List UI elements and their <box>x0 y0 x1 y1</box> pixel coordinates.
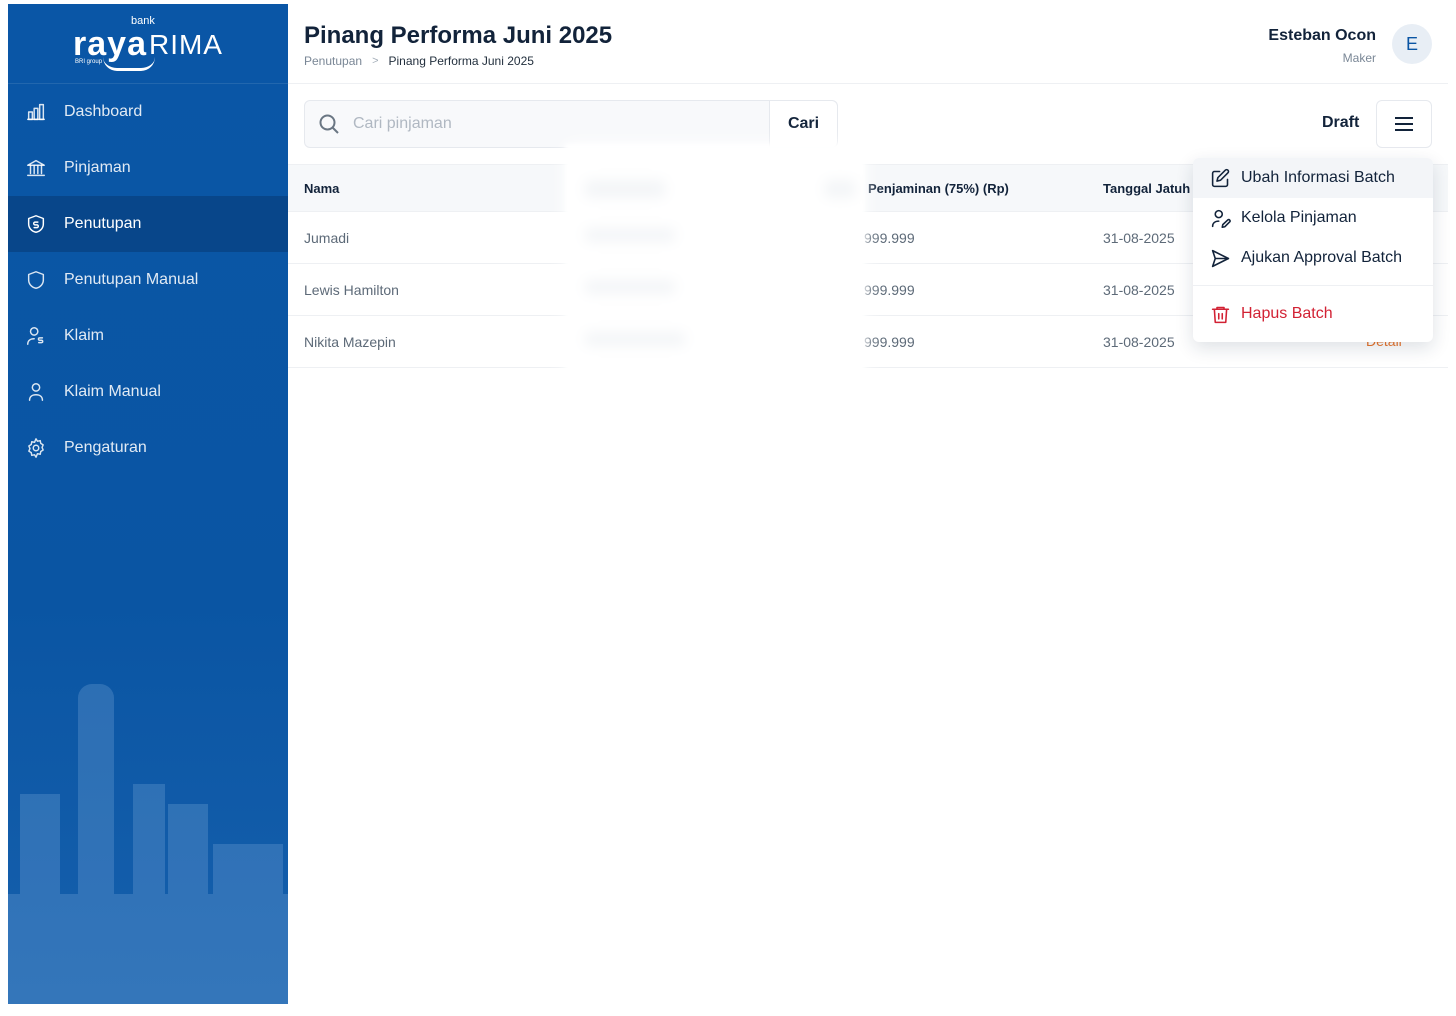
cell-tanggal: 31-08-2025 <box>1103 333 1175 350</box>
bank-icon <box>24 156 48 180</box>
shield-icon <box>24 268 48 292</box>
sidebar-item-label: Pengaturan <box>64 439 147 456</box>
column-header-nama: Nama <box>304 180 340 196</box>
gear-icon <box>24 436 48 460</box>
breadcrumb-link-penutupan[interactable]: Penutupan <box>304 54 362 68</box>
user-name: Esteban Ocon <box>1268 27 1376 44</box>
menu-item-label: Ajukan Approval Batch <box>1241 249 1402 266</box>
cell-tanggal: 31-08-2025 <box>1103 281 1175 298</box>
menu-item-label: Hapus Batch <box>1241 305 1333 322</box>
menu-item-ubah-informasi-batch[interactable]: Ubah Informasi Batch <box>1193 158 1433 198</box>
logo-raya-text: raya <box>73 24 147 63</box>
sidebar-item-klaim-manual[interactable]: Klaim Manual <box>8 364 288 420</box>
sidebar-item-label: Klaim Manual <box>64 383 161 400</box>
hamburger-icon <box>1395 115 1413 133</box>
chart-bar-icon <box>24 100 48 124</box>
search-input[interactable] <box>353 101 769 147</box>
sidebar-item-pengaturan[interactable]: Pengaturan <box>8 420 288 476</box>
shield-dollar-icon <box>24 212 48 236</box>
cell-penjaminan: 999.999 <box>864 333 915 350</box>
logo-bank-text: bank <box>131 14 155 27</box>
page-header: Pinang Performa Juni 2025 Penutupan > Pi… <box>288 4 1448 84</box>
cell-nama: Lewis Hamilton <box>304 281 399 298</box>
menu-item-kelola-pinjaman[interactable]: Kelola Pinjaman <box>1193 198 1433 238</box>
avatar[interactable]: E <box>1392 24 1432 64</box>
search-bar: Cari <box>304 100 838 148</box>
cell-tanggal: 31-08-2025 <box>1103 229 1175 246</box>
menu-item-ajukan-approval-batch[interactable]: Ajukan Approval Batch <box>1193 238 1433 278</box>
logo-rima-text: RIMA <box>148 28 223 60</box>
batch-menu-button[interactable] <box>1376 100 1432 148</box>
search-icon <box>305 101 353 147</box>
redacted-columns <box>565 144 865 382</box>
brand-logo[interactable]: bank raya RIMA BRI group <box>8 4 288 84</box>
sidebar-nav: Dashboard Pinjaman Penutupan Penutupan M… <box>8 84 288 476</box>
cell-nama: Jumadi <box>304 229 350 246</box>
user-dollar-icon <box>24 324 48 348</box>
status-badge: Draft <box>1322 114 1360 131</box>
breadcrumb-separator: > <box>372 55 379 67</box>
city-skyline-decoration <box>8 684 288 1004</box>
sidebar-item-penutupan[interactable]: Penutupan <box>8 196 288 252</box>
sidebar-item-label: Penutupan <box>64 215 142 232</box>
sidebar-item-label: Pinjaman <box>64 159 131 176</box>
breadcrumb-current: Pinang Performa Juni 2025 <box>388 54 534 68</box>
logo-smile-mark <box>103 57 156 71</box>
search-button[interactable]: Cari <box>769 101 837 147</box>
column-header-tanggal: Tanggal Jatuh <box>1103 180 1191 196</box>
menu-item-label: Kelola Pinjaman <box>1241 209 1357 226</box>
cell-penjaminan: 999.999 <box>864 229 915 246</box>
sidebar-item-label: Penutupan Manual <box>64 271 199 288</box>
trash-icon <box>1209 303 1231 325</box>
sidebar-item-pinjaman[interactable]: Pinjaman <box>8 140 288 196</box>
page-title: Pinang Performa Juni 2025 <box>304 22 613 49</box>
sidebar: bank raya RIMA BRI group Dashboard Pinja… <box>8 4 288 1004</box>
sidebar-item-label: Dashboard <box>64 103 143 120</box>
user-edit-icon <box>1209 207 1231 229</box>
menu-item-hapus-batch[interactable]: Hapus Batch <box>1193 294 1433 334</box>
menu-item-label: Ubah Informasi Batch <box>1241 169 1395 186</box>
batch-actions-menu: Ubah Informasi Batch Kelola Pinjaman Aju… <box>1193 158 1433 342</box>
send-icon <box>1209 247 1231 269</box>
logo-group-text: BRI group <box>75 58 103 65</box>
menu-divider <box>1193 285 1433 286</box>
sidebar-item-dashboard[interactable]: Dashboard <box>8 84 288 140</box>
edit-icon <box>1209 167 1231 189</box>
cell-nama: Nikita Mazepin <box>304 333 396 350</box>
sidebar-item-penutupan-manual[interactable]: Penutupan Manual <box>8 252 288 308</box>
sidebar-item-label: Klaim <box>64 327 105 344</box>
user-role: Maker <box>1342 51 1376 65</box>
user-icon <box>24 380 48 404</box>
column-header-penjaminan: Penjaminan (75%) (Rp) <box>868 180 1009 196</box>
cell-penjaminan: 999.999 <box>864 281 915 298</box>
breadcrumb: Penutupan > Pinang Performa Juni 2025 <box>304 54 534 68</box>
sidebar-item-klaim[interactable]: Klaim <box>8 308 288 364</box>
